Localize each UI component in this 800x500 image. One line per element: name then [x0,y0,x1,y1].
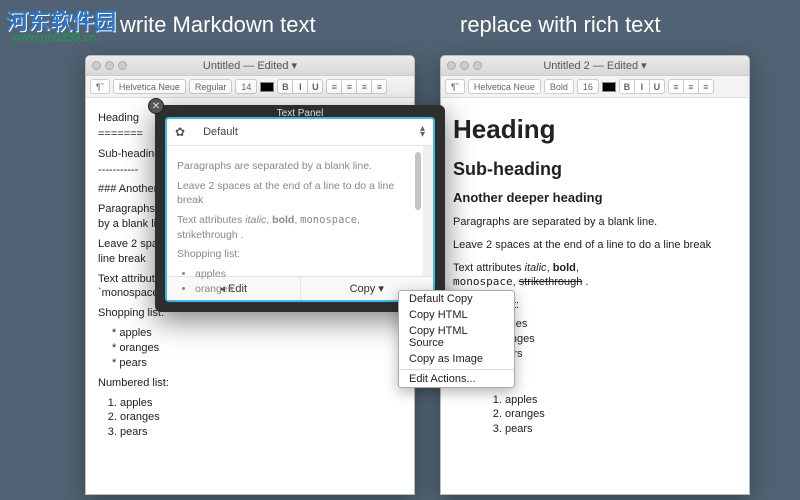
text-line: Numbered list: [98,376,402,391]
preview-text: Shopping list: [177,247,413,262]
panel-header: ✿ Default ▴▾ [167,119,433,146]
align-justify-button[interactable]: ≡ [371,79,387,94]
menu-item-copy-html-source[interactable]: Copy HTML Source [399,323,514,351]
paragraph: Paragraphs are separated by a blank line… [453,215,737,230]
italic-button[interactable]: I [292,79,308,94]
underline-button[interactable]: U [307,79,323,94]
list-item: apples [120,396,402,411]
font-weight-select[interactable]: Regular [189,79,233,94]
header-caption-right: replace with rich text [460,12,661,38]
numbered-list: apples oranges pears [505,393,737,438]
color-swatch[interactable] [260,82,274,92]
list-item: pears [505,422,737,437]
menu-item-copy-html[interactable]: Copy HTML [399,307,514,323]
menu-item-edit-actions[interactable]: Edit Actions... [399,369,514,387]
heading-1: Heading [453,112,737,147]
richtext-editor-window: Untitled 2 — Edited ▾ ¶ˇ Helvetica Neue … [440,55,750,495]
traffic-lights[interactable] [447,61,482,70]
panel-preview[interactable]: Paragraphs are separated by a blank line… [167,146,433,276]
richtext-area[interactable]: Heading Sub-heading Another deeper headi… [441,98,749,449]
text-panel[interactable]: ✕ Text Panel ✿ Default ▴▾ Paragraphs are… [155,105,445,312]
minimize-icon[interactable] [105,61,114,70]
gear-icon[interactable]: ✿ [175,125,185,139]
close-icon[interactable] [92,61,101,70]
zoom-icon[interactable] [118,61,127,70]
list-item: * oranges [112,341,402,356]
align-center-button[interactable]: ≡ [683,79,699,94]
align-right-button[interactable]: ≡ [356,79,372,94]
list-item: * pears [112,356,402,371]
numbered-list: apples oranges pears [120,396,402,441]
menu-item-default-copy[interactable]: Default Copy [399,291,514,307]
watermark-url: www.pc0359.cn [12,30,96,44]
list-item: oranges [195,282,413,297]
traffic-lights[interactable] [92,61,127,70]
align-center-button[interactable]: ≡ [341,79,357,94]
window-title: Untitled 2 — Edited ▾ [543,59,646,72]
chevron-updown-icon[interactable]: ▴▾ [420,126,425,138]
paragraph: d list: [483,370,737,385]
bullet-list: * apples * oranges * pears [112,326,402,371]
panel-inner: ✿ Default ▴▾ Paragraphs are separated by… [166,118,434,301]
titlebar[interactable]: Untitled 2 — Edited ▾ [441,56,749,76]
panel-title: Text Panel [155,108,445,119]
font-size-select[interactable]: 14 [235,79,257,94]
bold-button[interactable]: B [277,79,293,94]
preset-select[interactable]: Default [203,126,238,138]
preview-text: Paragraphs are separated by a blank line… [177,159,413,174]
preview-text: Leave 2 spaces at the end of a line to d… [177,179,413,208]
list-item: oranges [120,410,402,425]
format-toolbar: ¶ˇ Helvetica Neue Regular 14 B I U ≡ ≡ ≡… [86,76,414,98]
paragraph: Text attributes italic, bold, monospace,… [453,261,737,291]
list-item: pears [120,425,402,440]
underline-button[interactable]: U [649,79,665,94]
heading-3: Another deeper heading [453,189,737,207]
scrollbar[interactable] [415,152,421,210]
bullet-list: apples oranges pears [495,317,737,362]
list-item: apples [195,267,413,282]
font-family-select[interactable]: Helvetica Neue [113,79,186,94]
align-left-button[interactable]: ≡ [668,79,684,94]
list-item: * apples [112,326,402,341]
list-item: oranges [495,332,737,347]
list-item: pears [495,347,737,362]
bold-button[interactable]: B [619,79,635,94]
list-item: oranges [505,407,737,422]
copy-context-menu[interactable]: Default Copy Copy HTML Copy HTML Source … [398,290,515,388]
titlebar[interactable]: Untitled — Edited ▾ [86,56,414,76]
minimize-icon[interactable] [460,61,469,70]
paragraph-style-select[interactable]: ¶ˇ [445,79,465,94]
align-buttons: ≡ ≡ ≡ ≡ [326,79,387,94]
window-title: Untitled — Edited ▾ [203,59,297,72]
zoom-icon[interactable] [473,61,482,70]
font-weight-select[interactable]: Bold [544,79,574,94]
paragraph: Leave 2 spaces at the end of a line to d… [453,238,737,253]
preview-list: apples oranges [195,267,413,296]
header-caption-left: write Markdown text [120,12,316,38]
font-family-select[interactable]: Helvetica Neue [468,79,541,94]
list-item: apples [505,393,737,408]
italic-button[interactable]: I [634,79,650,94]
style-buttons: B I U [277,79,323,94]
menu-item-copy-as-image[interactable]: Copy as Image [399,351,514,367]
font-size-select[interactable]: 16 [577,79,599,94]
format-toolbar: ¶ˇ Helvetica Neue Bold 16 B I U ≡ ≡ ≡ [441,76,749,98]
heading-2: Sub-heading [453,157,737,181]
align-left-button[interactable]: ≡ [326,79,342,94]
align-buttons: ≡ ≡ ≡ [668,79,714,94]
list-item: apples [495,317,737,332]
color-swatch[interactable] [602,82,616,92]
close-icon[interactable] [447,61,456,70]
paragraph-style-select[interactable]: ¶ˇ [90,79,110,94]
style-buttons: B I U [619,79,665,94]
preview-text: Text attributes italic, bold, monospace,… [177,213,413,242]
align-right-button[interactable]: ≡ [698,79,714,94]
